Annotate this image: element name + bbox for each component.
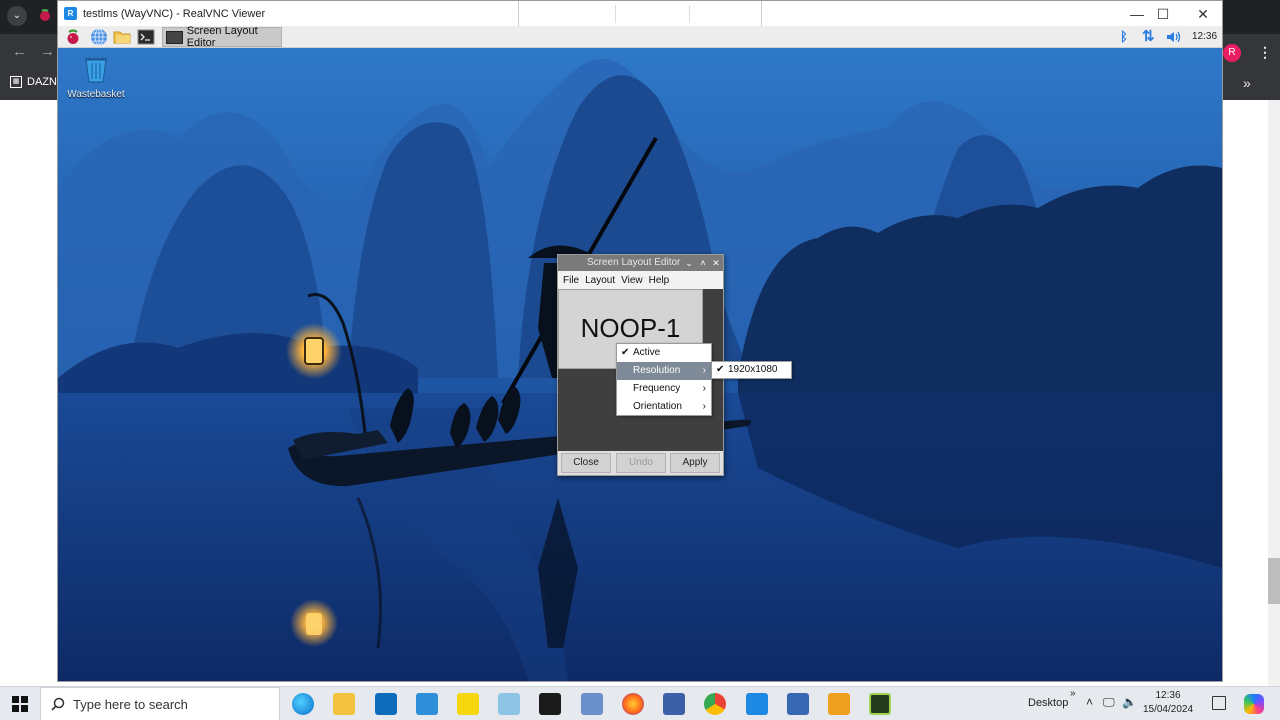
remote-app-icon[interactable] [787,693,809,715]
apply-button[interactable]: Apply [670,453,720,473]
network-tray-icon[interactable]: 🖵 [1103,695,1115,710]
bookmark-label: DAZN [27,76,57,88]
check-icon: ✔ [716,364,725,375]
terminal-icon[interactable] [137,28,155,46]
sticky-notes-icon[interactable] [457,693,479,715]
monitor-context-menu: ✔ Active Resolution › Frequency › Orient… [616,343,712,416]
check-icon: ✔ [621,347,630,358]
taskbar-time: 12:36 [1155,690,1181,701]
submenu-arrow-icon: › [702,383,706,394]
menu-item-orientation[interactable]: Orientation › [617,398,711,416]
file-manager-folder-icon[interactable] [113,28,131,46]
network-app-icon[interactable] [663,693,685,715]
bookmarks-overflow-icon[interactable]: » [1243,75,1251,91]
taskbar-clock[interactable]: 12:36 15/04/2024 [1136,689,1200,717]
menu-item-label: 1920x1080 [728,364,778,375]
menu-view[interactable]: View [621,275,643,286]
maximize-button[interactable]: ☐ [1144,4,1182,24]
taskbar-app-label: Screen Layout Editor [186,26,258,49]
taskbar-screen-layout-editor[interactable]: Screen Layout Editor [162,26,282,49]
app-icon-green[interactable] [869,693,891,715]
copilot-icon[interactable] [1244,694,1264,714]
sle-maximize-icon[interactable]: ˄ [697,255,709,271]
menu-file[interactable]: File [563,275,579,286]
notepad-icon[interactable] [498,693,520,715]
taskbar-search[interactable]: Type here to search [40,687,280,720]
undo-button[interactable]: Undo [616,453,666,473]
search-icon [51,697,65,711]
tab-search-button[interactable]: ⌄ [7,6,27,26]
menu-item-active[interactable]: ✔ Active [617,344,711,362]
start-button[interactable] [0,687,40,720]
profile-avatar[interactable]: R [1223,44,1241,62]
sle-title: Screen Layout Editor [587,257,681,268]
bluetooth-icon[interactable]: ᛒ [1120,29,1128,44]
raspberry-tab-icon[interactable] [38,8,52,22]
outlook-icon[interactable] [375,693,397,715]
browser-menu-icon[interactable]: ⋮ [1258,44,1272,61]
desktop-toolbar-label[interactable]: Desktop [1028,697,1068,709]
network-icon[interactable]: ⇅ [1142,27,1155,45]
close-button[interactable]: Close [561,453,611,473]
terminal-app-icon[interactable] [539,693,561,715]
realvnc-logo-icon: R [64,7,77,20]
resolution-submenu: ✔ 1920x1080 [711,361,792,379]
volume-icon[interactable] [1166,30,1182,44]
back-icon[interactable]: ← [12,43,27,60]
sle-menubar: File Layout View Help [558,271,723,289]
raspberry-menu-icon[interactable] [64,28,82,46]
windows-taskbar: Type here to search Desktop » ˄ 🖵 🔈 12:3… [0,686,1280,720]
app-icon-orange[interactable] [828,693,850,715]
vnc-toolbar-hint[interactable] [518,1,762,27]
monitor-icon [166,30,183,44]
browser-globe-icon[interactable] [90,28,108,46]
vnc-viewer-window: R testlms (WayVNC) - RealVNC Viewer — ☐ … [57,0,1223,682]
menu-item-label: Frequency [633,383,681,394]
dazn-icon: ▦ [10,76,22,88]
windows-logo-icon [12,696,28,712]
menu-item-frequency[interactable]: Frequency › [617,380,711,398]
desktop-icon-label: Wastebasket [67,89,125,100]
desktop-icon-wastebasket[interactable]: Wastebasket [66,56,126,100]
firefox-icon[interactable] [622,693,644,715]
forward-icon[interactable]: → [40,43,55,60]
host-scrollbar-thumb[interactable] [1268,558,1280,604]
menu-layout[interactable]: Layout [585,275,615,286]
toolbar-overflow-icon[interactable]: » [1070,688,1076,699]
submenu-arrow-icon: › [702,365,706,376]
vnc-window-title: testlms (WayVNC) - RealVNC Viewer [83,7,266,20]
menu-item-label: Orientation [633,401,682,412]
edge-icon[interactable] [292,693,314,715]
taskbar-date: 15/04/2024 [1142,704,1194,715]
mail-icon[interactable] [416,693,438,715]
sle-minimize-icon[interactable]: ⌄ [683,255,695,271]
search-placeholder: Type here to search [73,696,188,712]
notification-icon[interactable] [1212,696,1226,710]
remote-desktop[interactable]: Screen Layout Editor ᛒ ⇅ 12:36 Wastebask… [58,26,1222,681]
sle-title-bar[interactable]: Screen Layout Editor ⌄ ˄ ✕ [558,255,723,271]
wastebasket-icon [85,58,107,83]
menu-item-label: Active [633,347,661,358]
sle-close-icon[interactable]: ✕ [710,255,722,271]
menu-help[interactable]: Help [649,275,670,286]
submenu-arrow-icon: › [702,401,706,412]
menu-item-resolution-option[interactable]: ✔ 1920x1080 [712,362,791,378]
bookmark-dazn[interactable]: ▦ DAZN [10,76,57,88]
remote-clock: 12:36 [1192,31,1218,42]
menu-item-label: Resolution [633,365,681,376]
chrome-icon[interactable] [704,693,726,715]
file-explorer-icon[interactable] [333,693,355,715]
close-window-button[interactable]: ✕ [1184,4,1222,24]
sle-button-bar: Close Undo Apply [558,451,723,475]
tray-chevron-icon[interactable]: ˄ [1086,695,1093,709]
realvnc-taskbar-icon[interactable] [746,693,768,715]
remote-top-panel: Screen Layout Editor ᛒ ⇅ 12:36 [58,26,1222,49]
snipping-icon[interactable] [581,693,603,715]
volume-tray-icon[interactable]: 🔈 [1122,695,1137,709]
menu-item-resolution[interactable]: Resolution › [617,362,711,380]
